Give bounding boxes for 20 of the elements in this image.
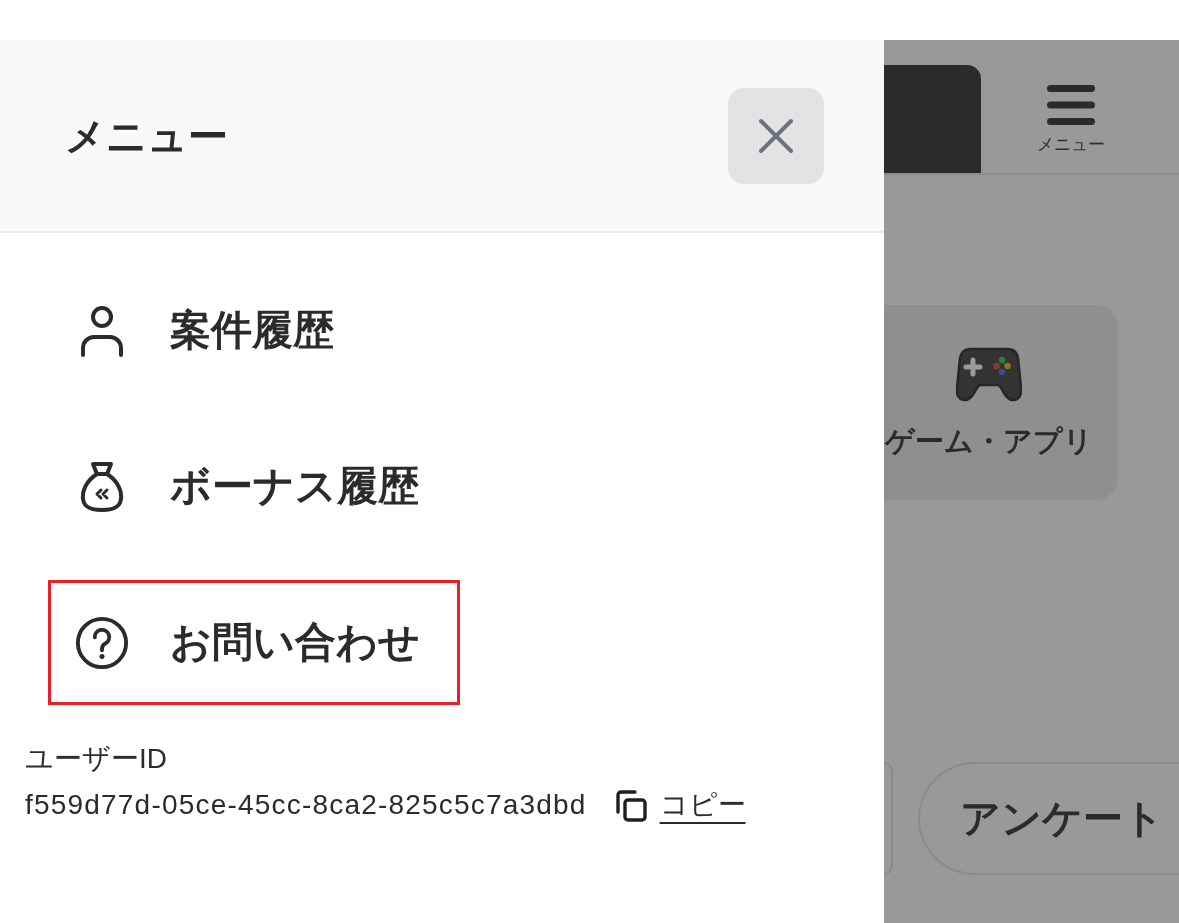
- menu-button[interactable]: メニュー: [1021, 40, 1121, 173]
- menu-item[interactable]: お問い合わせ: [48, 580, 460, 705]
- user-id-label: ユーザーID: [25, 742, 168, 776]
- close-button[interactable]: [728, 87, 824, 184]
- question-circle-icon: [75, 615, 129, 670]
- menu-item[interactable]: 案件履歴: [48, 268, 374, 393]
- category-card[interactable]: ゲーム・アプリ: [884, 305, 1118, 500]
- drawer-title: メニュー: [65, 112, 228, 160]
- user-id-value: f559d77d-05ce-45cc-8ca2-825c5c7a3dbd: [25, 788, 587, 823]
- person-icon: [80, 304, 124, 357]
- copy-icon: [613, 789, 648, 822]
- copy-link[interactable]: コピー: [659, 787, 746, 824]
- tab[interactable]: [884, 65, 981, 173]
- menu-item[interactable]: ボーナス履歴: [48, 424, 459, 549]
- pill-button[interactable]: アンケート: [918, 762, 1179, 875]
- menu-icon: [1047, 85, 1095, 125]
- gamepad-icon: [956, 347, 1022, 402]
- pill-button[interactable]: [884, 762, 893, 875]
- close-icon: [758, 117, 794, 154]
- money-bag-icon: [80, 460, 124, 513]
